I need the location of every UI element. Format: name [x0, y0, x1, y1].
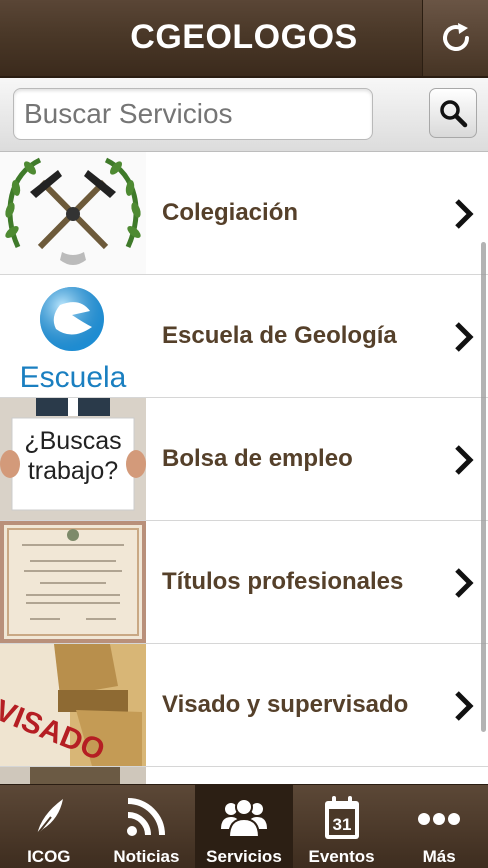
buscas-trabajo-sign-text: ¿Buscas trabajo?: [24, 427, 122, 485]
more-dots-icon: [418, 813, 461, 825]
search-icon: [440, 100, 468, 128]
visado-stamp-thumbnail: VISADO: [0, 644, 146, 766]
calendar-icon: 31: [324, 796, 359, 839]
tab-label: Más: [422, 847, 456, 866]
search-input[interactable]: [13, 88, 373, 140]
escuela-logo-thumbnail: Escuela: [0, 275, 146, 397]
chevron-right-icon: [455, 199, 474, 229]
list-item-escuela[interactable]: Escuela Escuela de Geología: [0, 275, 488, 398]
feather-icon: [34, 799, 63, 838]
diploma-thumbnail: [0, 521, 146, 643]
chevron-right-icon: [455, 322, 474, 352]
escuela-logo-text: Escuela: [20, 361, 127, 394]
icog-emblem-thumbnail: [0, 152, 146, 274]
search-button[interactable]: [429, 88, 477, 138]
tab-label: Servicios: [206, 847, 282, 866]
list-item-label: Escuela de Geología: [162, 322, 397, 349]
tab-bar: ICOG Noticias Servicios 31 Eventos Más: [0, 784, 488, 868]
search-bar: [0, 78, 488, 152]
tab-servicios[interactable]: Servicios: [195, 785, 293, 868]
list-item-label: Títulos profesionales: [162, 568, 404, 595]
users-icon: [220, 798, 267, 838]
tab-label: Noticias: [113, 847, 180, 866]
rss-icon: [127, 798, 166, 836]
tab-label: ICOG: [27, 847, 71, 866]
tab-icog[interactable]: ICOG: [0, 785, 98, 868]
app-header: CGEOLOGOS: [0, 0, 488, 78]
svg-text:31: 31: [332, 815, 351, 834]
list-item-label: Visado y supervisado: [162, 691, 409, 718]
tab-mas[interactable]: Más: [390, 785, 488, 868]
chevron-right-icon: [455, 691, 474, 721]
list-item-label: Bolsa de empleo: [162, 445, 353, 472]
services-list: Colegiación Escuela Escuela de Geología …: [0, 152, 488, 784]
app-title: CGEOLOGOS: [130, 18, 358, 56]
list-item-colegiacion[interactable]: Colegiación: [0, 152, 488, 275]
scrollbar[interactable]: [481, 242, 486, 732]
tab-noticias[interactable]: Noticias: [98, 785, 196, 868]
list-item-partial[interactable]: [0, 767, 488, 784]
refresh-icon: [442, 23, 469, 51]
refresh-button[interactable]: [422, 0, 488, 76]
tab-label: Eventos: [308, 847, 375, 866]
buscas-trabajo-thumbnail: ¿Buscas trabajo?: [0, 398, 146, 520]
list-item-bolsa-empleo[interactable]: ¿Buscas trabajo? Bolsa de empleo: [0, 398, 488, 521]
tab-eventos[interactable]: 31 Eventos: [293, 785, 391, 868]
chevron-right-icon: [455, 568, 474, 598]
list-item-label: Colegiación: [162, 199, 299, 226]
list-item-visado[interactable]: VISADO Visado y supervisado: [0, 644, 488, 767]
list-item-titulos[interactable]: Títulos profesionales: [0, 521, 488, 644]
partial-thumbnail: [0, 767, 146, 784]
chevron-right-icon: [455, 445, 474, 475]
